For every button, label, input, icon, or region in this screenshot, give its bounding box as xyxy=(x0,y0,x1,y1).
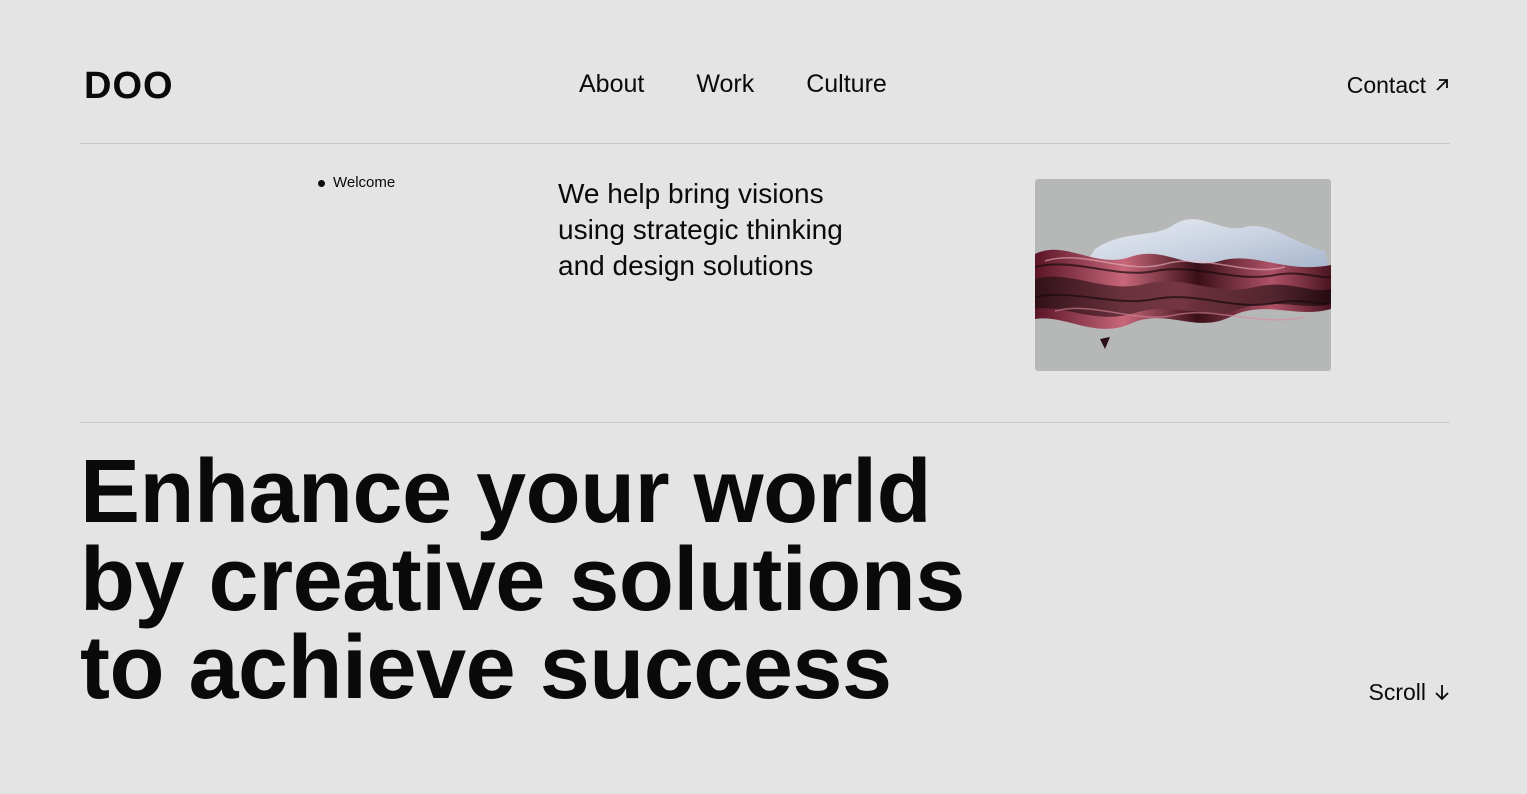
scroll-label: Scroll xyxy=(1368,679,1426,705)
nav-item-about[interactable]: About xyxy=(579,68,644,100)
headline-line: Enhance your world xyxy=(80,442,932,542)
nav-item-culture[interactable]: Culture xyxy=(806,68,887,100)
intro-text: We help bring visions using strategic th… xyxy=(558,176,918,284)
scroll-button[interactable]: Scroll xyxy=(1368,677,1450,707)
header-divider xyxy=(80,143,1450,144)
section-divider xyxy=(80,422,1450,423)
intro-line: and design solutions xyxy=(558,250,814,281)
hero-headline: Enhance your world by creative solutions… xyxy=(80,442,1080,718)
site-logo[interactable]: DOO xyxy=(84,66,174,106)
arrow-up-right-icon xyxy=(1436,79,1448,91)
headline-line: by creative solutions xyxy=(80,530,965,630)
nav-item-work[interactable]: Work xyxy=(696,68,754,100)
welcome-eyebrow: Welcome xyxy=(318,173,395,193)
landing-page: DOO About Work Culture Contact Welcome W… xyxy=(0,0,1527,794)
abstract-ribbon-image xyxy=(1035,179,1331,371)
welcome-label: Welcome xyxy=(333,174,396,191)
headline-line: to achieve success xyxy=(80,618,892,718)
contact-label: Contact xyxy=(1346,72,1426,98)
intro-line: We help bring visions xyxy=(558,178,824,209)
main-nav: About Work Culture xyxy=(579,68,887,100)
ribbon-artwork xyxy=(1035,219,1331,349)
intro-line: using strategic thinking xyxy=(558,214,843,245)
arrow-down-icon xyxy=(1435,685,1449,701)
bullet-dot-icon xyxy=(318,179,325,187)
contact-link[interactable]: Contact xyxy=(1347,70,1450,100)
